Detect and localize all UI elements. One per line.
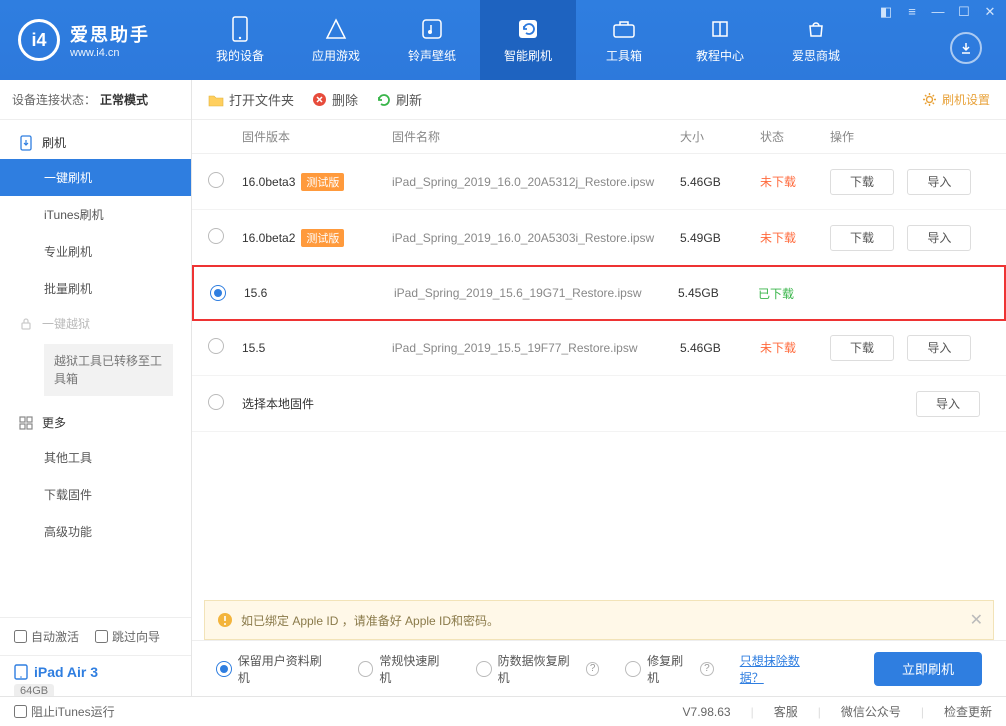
firmware-row-local[interactable]: 选择本地固件 导入 [192, 376, 1006, 432]
delete-icon [312, 92, 327, 107]
flash-opt-antirecovery[interactable]: 防数据恢复刷机 ? [476, 652, 600, 686]
radio-button-icon[interactable] [210, 285, 226, 301]
sidebar-item-itunes-flash[interactable]: iTunes刷机 [0, 196, 191, 233]
appleid-notice: 如已绑定 Apple ID ，请准备好 Apple ID和密码。 ✕ [204, 600, 994, 640]
firmware-row[interactable]: 15.5 iPad_Spring_2019_15.5_19F77_Restore… [192, 320, 1006, 376]
music-icon [420, 17, 444, 41]
flash-opt-normal[interactable]: 常规快速刷机 [358, 652, 450, 686]
nav-tools[interactable]: 工具箱 [576, 0, 672, 80]
sidebar-group-jailbreak[interactable]: 一键越狱 [0, 307, 191, 340]
beta-badge: 测试版 [301, 229, 344, 247]
jailbreak-moved-note: 越狱工具已转移至工具箱 [44, 344, 173, 396]
maximize-icon[interactable]: ☐ [956, 4, 972, 20]
flash-now-button[interactable]: 立即刷机 [874, 652, 982, 686]
import-button[interactable]: 导入 [916, 391, 980, 417]
radio-button-icon [216, 661, 232, 677]
left-panel: 设备连接状态：正常模式 刷机 一键刷机 iTunes刷机 专业刷机 批量刷机 一… [0, 80, 192, 726]
app-url: www.i4.cn [70, 47, 150, 59]
skip-guide-checkbox[interactable]: 跳过向导 [95, 628, 160, 645]
download-button[interactable]: 下载 [830, 169, 894, 195]
firmware-row[interactable]: 16.0beta2测试版 iPad_Spring_2019_16.0_20A53… [192, 210, 1006, 266]
notice-close-icon[interactable]: ✕ [970, 610, 983, 630]
radio-button-icon[interactable] [208, 172, 224, 188]
radio-button-icon [358, 661, 374, 677]
flash-settings-button[interactable]: 刷机设置 [922, 91, 990, 108]
sidebar-item-onekey-flash[interactable]: 一键刷机 [0, 159, 191, 196]
connection-status: 设备连接状态：正常模式 [0, 80, 191, 120]
minimize-icon[interactable]: — [930, 4, 946, 20]
tablet-icon [14, 664, 28, 680]
firmware-table-header: 固件版本 固件名称 大小 状态 操作 [192, 120, 1006, 154]
gear-icon [922, 92, 937, 107]
radio-button-icon [476, 661, 492, 677]
skin-icon[interactable]: ◧ [878, 4, 894, 20]
sidebar-item-batch-flash[interactable]: 批量刷机 [0, 270, 191, 307]
nav-apps[interactable]: 应用游戏 [288, 0, 384, 80]
firmware-table-body: 16.0beta3测试版 iPad_Spring_2019_16.0_20A53… [192, 154, 1006, 432]
import-button[interactable]: 导入 [907, 225, 971, 251]
lock-icon [18, 316, 34, 332]
top-nav: 我的设备 应用游戏 铃声壁纸 智能刷机 工具箱 教程中心 爱思商城 [192, 0, 864, 80]
erase-data-link[interactable]: 只想抹除数据？ [740, 652, 822, 686]
logo-area: i4 爱思助手 www.i4.cn [0, 19, 192, 61]
refresh-icon [376, 92, 391, 107]
sidebar-group-flash[interactable]: 刷机 [0, 126, 191, 159]
help-icon[interactable]: ? [700, 662, 714, 676]
nav-tutorials[interactable]: 教程中心 [672, 0, 768, 80]
firmware-row-selected[interactable]: 15.6 iPad_Spring_2019_15.6_19G71_Restore… [192, 265, 1006, 321]
firmware-row[interactable]: 16.0beta3测试版 iPad_Spring_2019_16.0_20A53… [192, 154, 1006, 210]
flash-options-bar: 保留用户资料刷机 常规快速刷机 防数据恢复刷机 ? 修复刷机 ? 只想抹除数据？… [192, 640, 1006, 696]
folder-icon [208, 93, 224, 107]
auto-activate-checkbox[interactable]: 自动激活 [14, 628, 79, 645]
block-itunes-checkbox[interactable]: 阻止iTunes运行 [14, 703, 115, 720]
sidebar-item-other-tools[interactable]: 其他工具 [0, 439, 191, 476]
warning-icon [217, 612, 233, 628]
nav-my-device[interactable]: 我的设备 [192, 0, 288, 80]
window-controls: ◧ ≡ — ☐ ✕ [878, 4, 998, 20]
open-folder-button[interactable]: 打开文件夹 [208, 90, 294, 109]
download-manager-button[interactable] [950, 32, 982, 64]
download-button[interactable]: 下载 [830, 335, 894, 361]
more-grid-icon [18, 415, 34, 431]
book-icon [708, 17, 732, 41]
radio-button-icon[interactable] [208, 394, 224, 410]
phone-arrow-icon [18, 135, 34, 151]
sidebar-group-more[interactable]: 更多 [0, 406, 191, 439]
import-button[interactable]: 导入 [907, 335, 971, 361]
flash-opt-repair[interactable]: 修复刷机 ? [625, 652, 713, 686]
sidebar-item-download-fw[interactable]: 下载固件 [0, 476, 191, 513]
app-title: 爱思助手 [70, 21, 150, 47]
nav-ringtones[interactable]: 铃声壁纸 [384, 0, 480, 80]
version-label: V7.98.63 [683, 705, 731, 719]
store-icon [804, 17, 828, 41]
radio-button-icon [625, 661, 641, 677]
nav-flash[interactable]: 智能刷机 [480, 0, 576, 80]
menu-icon[interactable]: ≡ [904, 4, 920, 20]
device-icon [228, 17, 252, 41]
beta-badge: 测试版 [301, 173, 344, 191]
sidebar-item-advanced[interactable]: 高级功能 [0, 513, 191, 550]
delete-button[interactable]: 删除 [312, 90, 358, 109]
import-button[interactable]: 导入 [907, 169, 971, 195]
flash-icon [516, 17, 540, 41]
help-icon[interactable]: ? [586, 662, 600, 676]
toolbar: 打开文件夹 删除 刷新 刷机设置 [192, 80, 1006, 120]
download-button[interactable]: 下载 [830, 225, 894, 251]
radio-button-icon[interactable] [208, 228, 224, 244]
nav-store[interactable]: 爱思商城 [768, 0, 864, 80]
close-icon[interactable]: ✕ [982, 4, 998, 20]
apps-icon [324, 17, 348, 41]
logo-icon: i4 [18, 19, 60, 61]
sidebar-item-pro-flash[interactable]: 专业刷机 [0, 233, 191, 270]
refresh-button[interactable]: 刷新 [376, 90, 422, 109]
app-header: i4 爱思助手 www.i4.cn 我的设备 应用游戏 铃声壁纸 智能刷机 工具… [0, 0, 1006, 80]
wechat-link[interactable]: 微信公众号 [841, 703, 901, 720]
radio-button-icon[interactable] [208, 338, 224, 354]
flash-opt-keep-data[interactable]: 保留用户资料刷机 [216, 652, 332, 686]
check-update-link[interactable]: 检查更新 [944, 703, 992, 720]
customer-service-link[interactable]: 客服 [774, 703, 798, 720]
toolbox-icon [612, 17, 636, 41]
main-panel: 打开文件夹 删除 刷新 刷机设置 固件版本 固件名称 大小 状态 操作 [192, 80, 1006, 726]
